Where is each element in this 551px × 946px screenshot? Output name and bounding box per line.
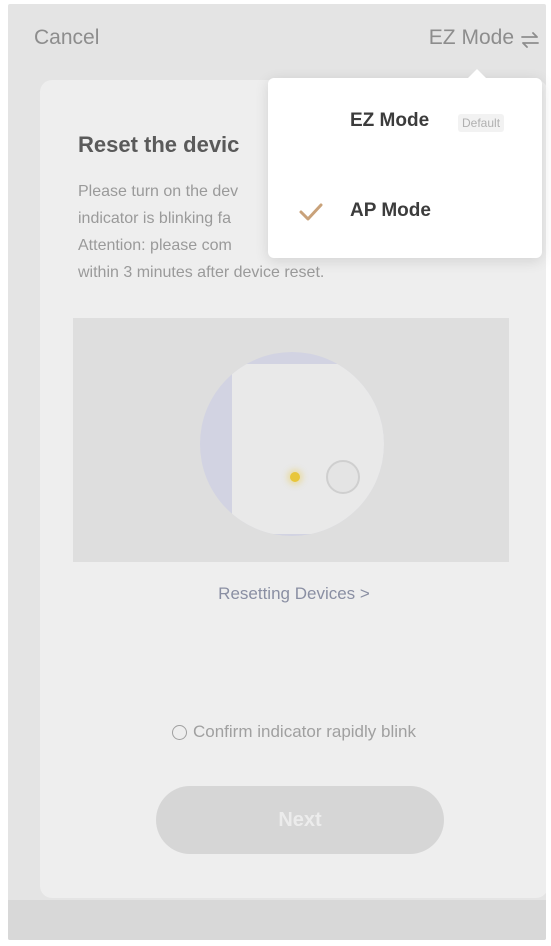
- confirm-blink-checkbox[interactable]: Confirm indicator rapidly blink: [40, 722, 546, 742]
- device-zoom-circle: [200, 352, 384, 536]
- top-bar: Cancel EZ Mode: [8, 4, 546, 74]
- swap-arrows-icon: [520, 30, 540, 48]
- next-button[interactable]: Next: [156, 786, 444, 854]
- mode-switch-button[interactable]: EZ Mode: [429, 26, 540, 50]
- resetting-devices-link[interactable]: Resetting Devices >: [40, 584, 546, 604]
- page-title: Reset the devic: [78, 132, 240, 157]
- menu-item-ap-mode[interactable]: AP Mode: [268, 178, 542, 248]
- instruction-line: within 3 minutes after device reset.: [78, 264, 325, 281]
- checkmark-icon: [298, 202, 324, 222]
- mode-switch-label: EZ Mode: [428, 26, 514, 49]
- radio-circle-icon: [172, 724, 187, 740]
- indicator-light-icon: [290, 472, 300, 482]
- reset-illustration: [73, 318, 509, 562]
- menu-item-label: AP Mode: [350, 200, 431, 221]
- default-badge: Default: [458, 114, 505, 132]
- menu-item-label: EZ Mode: [350, 110, 430, 131]
- menu-item-ez-mode[interactable]: EZ Mode Default: [268, 88, 542, 158]
- confirm-blink-label: Confirm indicator rapidly blink: [193, 722, 416, 741]
- device-body: [232, 364, 384, 534]
- reset-button-icon: [326, 460, 360, 494]
- bottom-bar: [8, 900, 546, 940]
- mode-dropdown-menu: EZ Mode Default AP Mode: [268, 69, 542, 258]
- cancel-button[interactable]: Cancel: [34, 26, 99, 50]
